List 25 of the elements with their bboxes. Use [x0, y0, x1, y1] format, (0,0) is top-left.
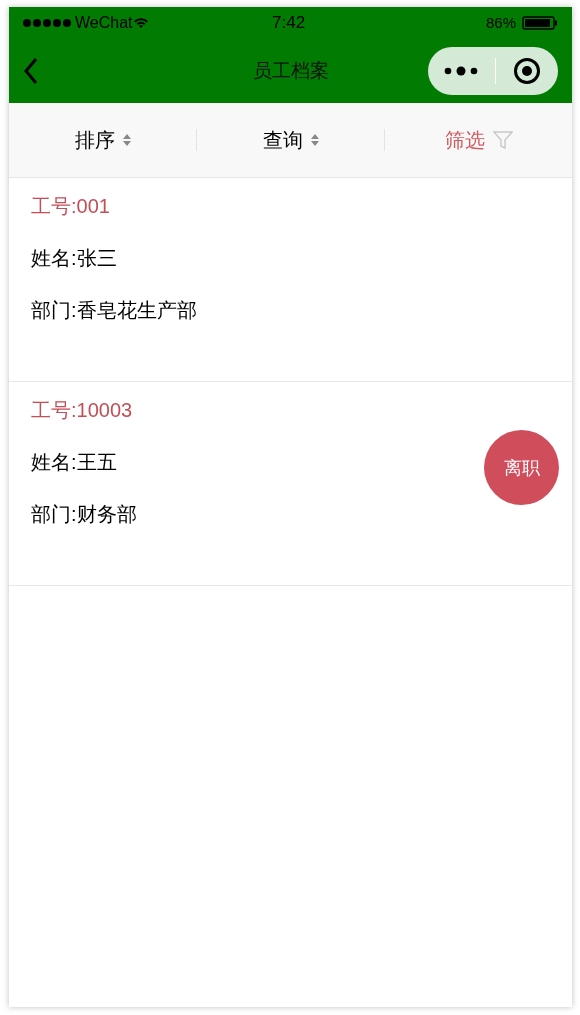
employee-card[interactable]: 工号:001 姓名:张三 部门:香皂花生产部 [9, 178, 572, 382]
employee-card[interactable]: 工号:10003 姓名:王五 部门:财务部 离职 [9, 382, 572, 586]
filter-tab[interactable]: 排序 [74, 127, 131, 153]
sort-icon [122, 133, 131, 147]
employee-department: 部门:香皂花生产部 [31, 299, 197, 321]
carrier-name: WeChat [75, 13, 133, 33]
filter-tab[interactable]: 筛选 [444, 127, 513, 153]
employee-name: 姓名:王五 [31, 451, 117, 473]
status-time: 7:42 [272, 12, 306, 35]
resign-button[interactable]: 离职 [484, 430, 559, 505]
employee-id: 工号:10003 [31, 399, 133, 421]
employee-name: 姓名:张三 [31, 247, 117, 269]
battery-icon [522, 16, 558, 30]
page-title: 员工档案 [252, 58, 329, 83]
more-icon[interactable] [444, 66, 478, 76]
sort-icon [310, 133, 319, 147]
employee-id: 工号:001 [31, 195, 110, 217]
target-icon[interactable] [513, 57, 541, 85]
filter-icon [492, 130, 513, 150]
back-icon[interactable] [23, 57, 39, 85]
wifi-icon [132, 17, 149, 29]
filter-tab[interactable]: 查询 [262, 127, 319, 153]
signal-icon [23, 19, 71, 27]
battery-percent: 86% [485, 12, 516, 33]
employee-department: 部门:财务部 [31, 503, 137, 525]
